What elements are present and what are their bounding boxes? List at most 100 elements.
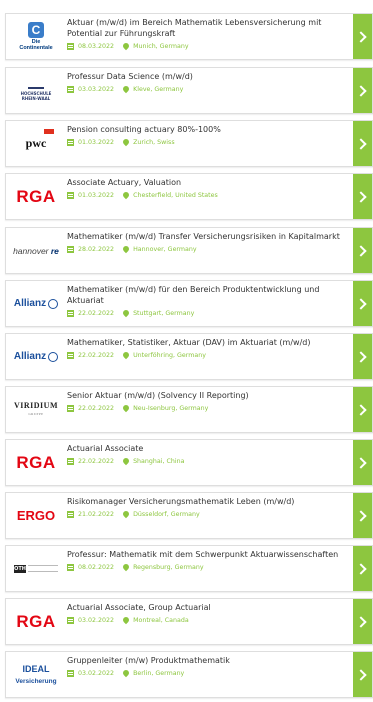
company-logo: Allianz (7, 281, 65, 326)
job-card[interactable]: VIRIDIUM GRUPPE Senior Aktuar (m/w/d) (So… (5, 386, 373, 433)
job-date: 01.03.2022 (78, 139, 115, 146)
job-title[interactable]: Actuarial Associate (67, 443, 348, 454)
open-job-button[interactable] (353, 334, 372, 379)
calendar-icon (67, 139, 74, 146)
job-card[interactable]: C Die Continentale Aktuar (m/w/d) im Berei… (5, 13, 373, 60)
job-card[interactable]: Allianz Mathematiker (m/w/d) für den Ber… (5, 280, 373, 327)
company-logo: RGA (16, 186, 56, 206)
company-logo: C Die Continentale (19, 22, 53, 51)
job-date: 03.02.2022 (78, 670, 115, 677)
job-date: 01.03.2022 (78, 192, 115, 199)
chevron-right-icon (354, 30, 367, 43)
job-title[interactable]: Associate Actuary, Valuation (67, 177, 348, 188)
location-pin-icon (121, 350, 131, 359)
location-pin-icon (121, 456, 131, 465)
job-location: Unterföhring, Germany (133, 352, 206, 359)
job-date: 08.03.2022 (78, 43, 115, 50)
job-date: 22.02.2022 (78, 458, 115, 465)
company-logo: HOCHSCHULE RHEIN-WAAL (7, 68, 65, 113)
job-location: Regensburg, Germany (133, 564, 204, 571)
job-card[interactable]: Allianz Mathematiker, Statistiker, Aktua… (5, 333, 373, 380)
location-pin-icon (121, 137, 131, 146)
job-date: 28.02.2022 (78, 246, 115, 253)
job-location: Kleve, Germany (133, 86, 184, 93)
job-location: Montreal, Canada (133, 617, 189, 624)
open-job-button[interactable] (353, 174, 372, 219)
calendar-icon (67, 511, 74, 518)
job-date: 03.03.2022 (78, 86, 115, 93)
job-card[interactable]: pwc Pension consulting actuary 80%-100% … (5, 120, 373, 167)
job-card[interactable]: RGA Actuarial Associate 22.02.2022 Shangh… (5, 439, 373, 486)
chevron-right-icon (354, 509, 367, 522)
job-card[interactable]: hannover re Mathematiker (m/w/d) Transfe… (5, 227, 373, 274)
location-pin-icon (121, 403, 131, 412)
job-title[interactable]: Senior Aktuar (m/w/d) (Solvency II Repor… (67, 390, 348, 401)
job-title[interactable]: Mathematiker, Statistiker, Aktuar (DAV) … (67, 337, 348, 348)
calendar-icon (67, 43, 74, 50)
job-title[interactable]: Gruppenleiter (m/w) Produktmathematik (67, 655, 348, 666)
chevron-right-icon (354, 244, 367, 257)
location-pin-icon (121, 509, 131, 518)
open-job-button[interactable] (353, 228, 372, 273)
calendar-icon (67, 86, 74, 93)
job-title[interactable]: Aktuar (m/w/d) im Bereich Mathematik Leb… (67, 17, 348, 39)
company-logo: pwc (7, 121, 65, 166)
job-title[interactable]: Actuarial Associate, Group Actuarial (67, 602, 348, 613)
job-location: Chesterfield, United States (133, 192, 218, 199)
job-date: 22.02.2022 (78, 310, 115, 317)
job-location: Hannover, Germany (133, 246, 197, 253)
company-logo: VIRIDIUM GRUPPE (14, 400, 58, 416)
location-pin-icon (121, 41, 131, 50)
chevron-right-icon (354, 403, 367, 416)
job-card[interactable]: RGA Actuarial Associate, Group Actuarial… (5, 598, 373, 645)
location-pin-icon (121, 668, 131, 677)
open-job-button[interactable] (353, 440, 372, 485)
job-card[interactable]: HOCHSCHULE RHEIN-WAAL Professur Data Scie… (5, 67, 373, 114)
open-job-button[interactable] (353, 387, 372, 432)
job-title[interactable]: Mathematiker (m/w/d) für den Bereich Pro… (67, 284, 348, 306)
company-logo: OTH (7, 546, 65, 591)
location-pin-icon (121, 308, 131, 317)
company-logo: RGA (16, 611, 56, 631)
chevron-right-icon (354, 297, 367, 310)
open-job-button[interactable] (353, 68, 372, 113)
job-card[interactable]: OTH Professur: Mathematik mit dem Schwer… (5, 545, 373, 592)
company-logo: Allianz (7, 334, 65, 379)
job-card[interactable]: IDEAL Versicherung Gruppenleiter (m/w) Pr… (5, 651, 373, 698)
job-title[interactable]: Professur Data Science (m/w/d) (67, 71, 348, 82)
company-logo: RGA (16, 452, 56, 472)
open-job-button[interactable] (353, 14, 372, 59)
job-card[interactable]: RGA Associate Actuary, Valuation 01.03.2… (5, 173, 373, 220)
job-title[interactable]: Professur: Mathematik mit dem Schwerpunk… (67, 549, 348, 560)
job-title[interactable]: Risikomanager Versicherungsmathematik Le… (67, 496, 348, 507)
chevron-right-icon (354, 84, 367, 97)
chevron-right-icon (354, 668, 367, 681)
location-pin-icon (121, 562, 131, 571)
calendar-icon (67, 670, 74, 677)
open-job-button[interactable] (353, 281, 372, 326)
job-date: 22.02.2022 (78, 352, 115, 359)
calendar-icon (67, 458, 74, 465)
chevron-right-icon (354, 190, 367, 203)
job-location: Shanghai, China (133, 458, 185, 465)
job-title[interactable]: Pension consulting actuary 80%-100% (67, 124, 348, 135)
job-card[interactable]: ERGO Risikomanager Versicherungsmathemat… (5, 492, 373, 539)
open-job-button[interactable] (353, 493, 372, 538)
open-job-button[interactable] (353, 599, 372, 644)
location-pin-icon (121, 84, 131, 93)
open-job-button[interactable] (353, 546, 372, 591)
location-pin-icon (121, 244, 131, 253)
company-logo: IDEAL Versicherung (15, 664, 57, 686)
job-location: Munich, Germany (133, 43, 189, 50)
calendar-icon (67, 246, 74, 253)
job-date: 21.02.2022 (78, 511, 115, 518)
open-job-button[interactable] (353, 121, 372, 166)
calendar-icon (67, 617, 74, 624)
calendar-icon (67, 405, 74, 412)
chevron-right-icon (354, 350, 367, 363)
calendar-icon (67, 352, 74, 359)
open-job-button[interactable] (353, 652, 372, 697)
calendar-icon (67, 310, 74, 317)
job-location: Düsseldorf, Germany (133, 511, 200, 518)
job-title[interactable]: Mathematiker (m/w/d) Transfer Versicheru… (67, 231, 348, 242)
